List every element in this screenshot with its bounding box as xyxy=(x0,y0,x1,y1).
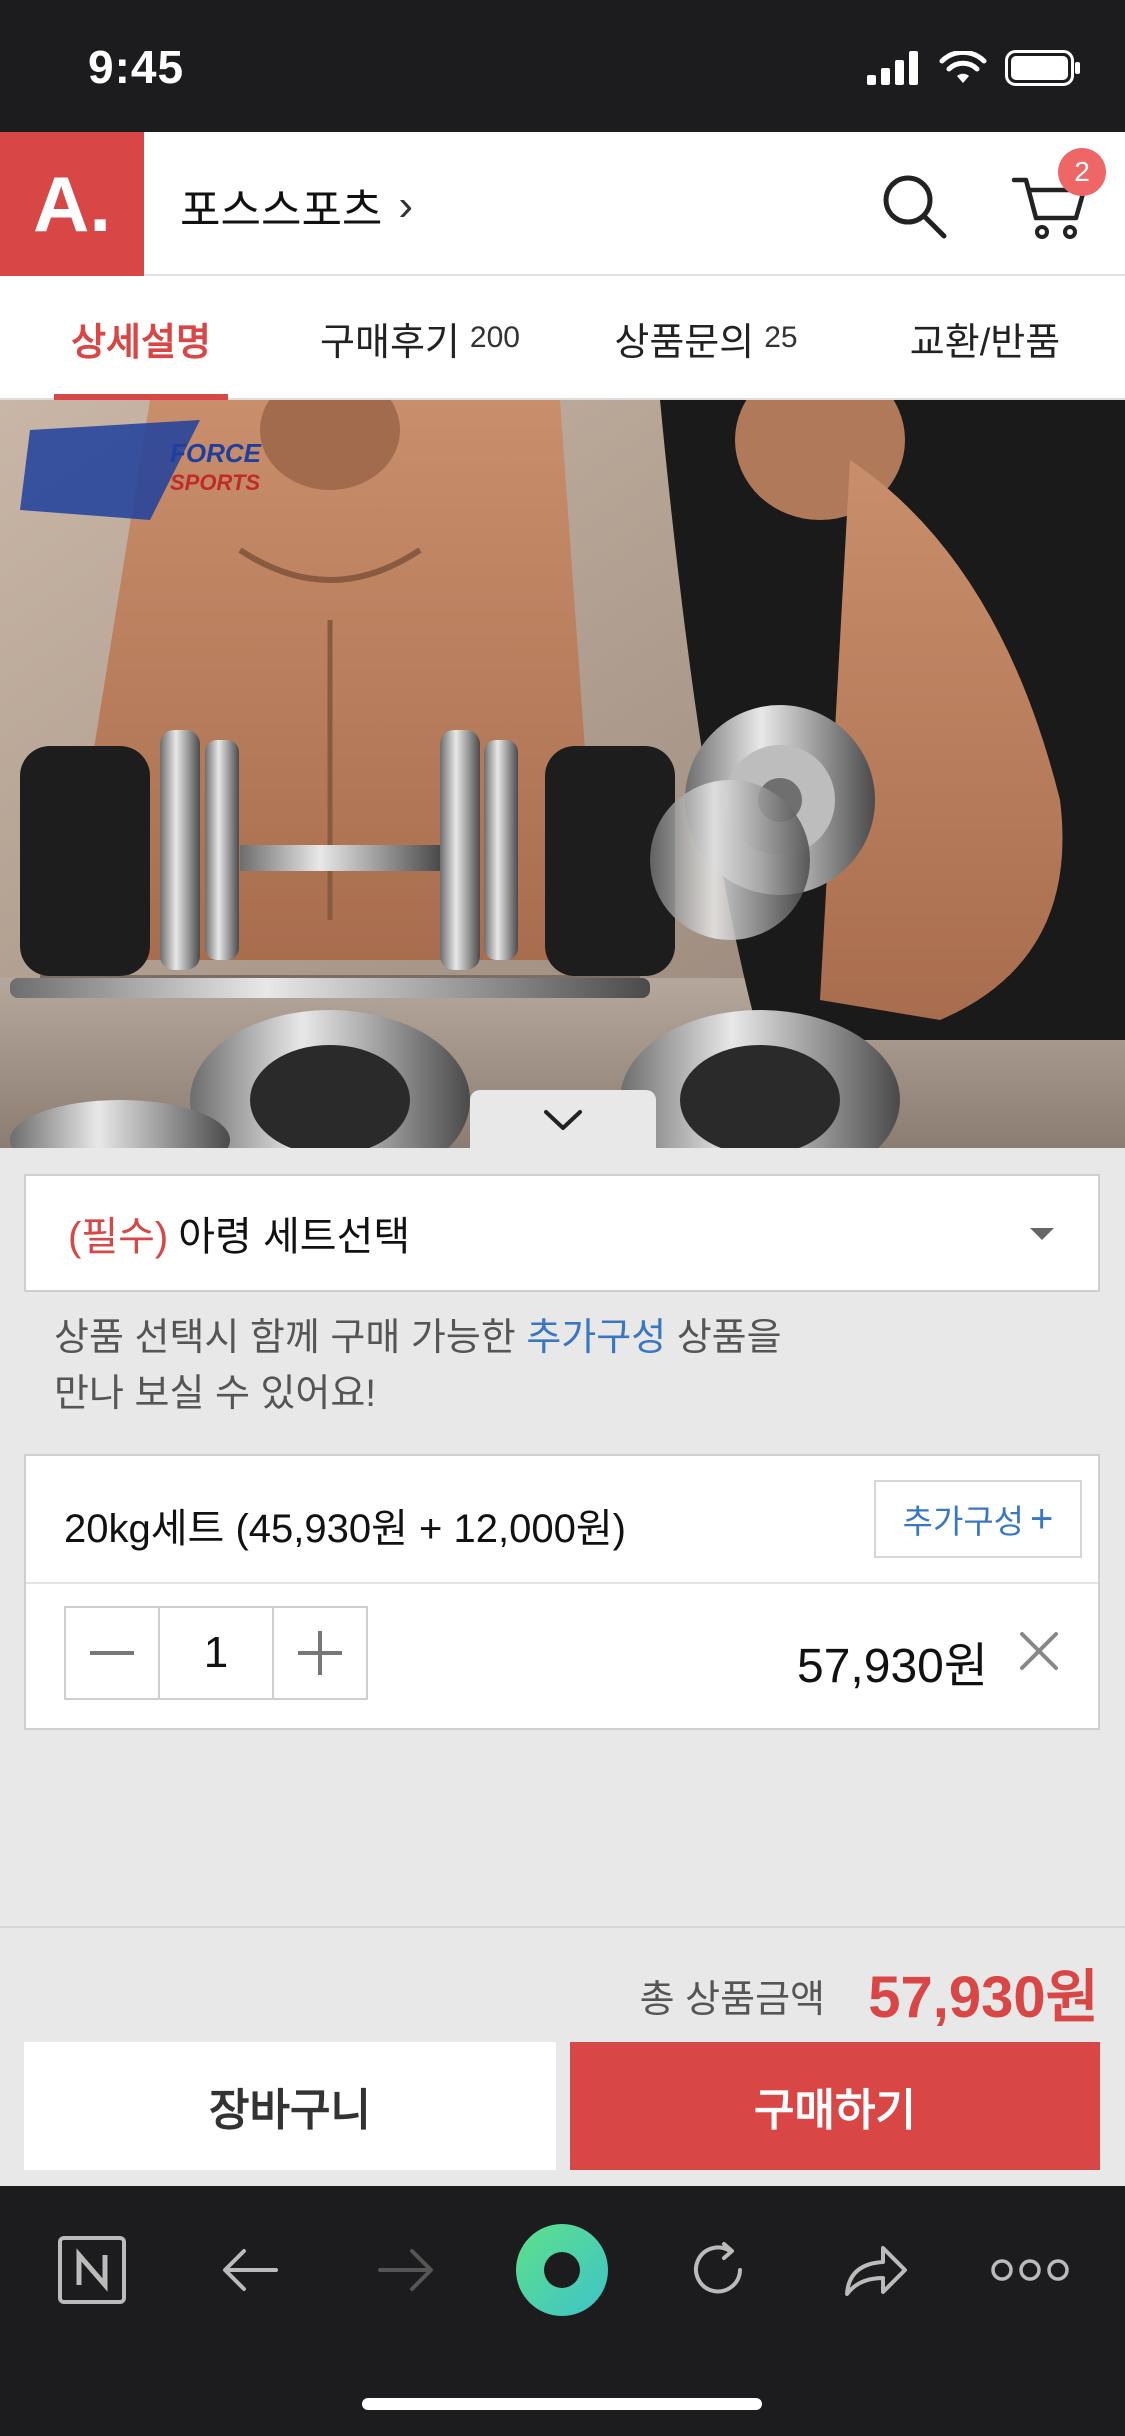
tab-returns[interactable]: 교환/반품 xyxy=(880,276,1090,400)
required-tag: (필수) xyxy=(68,1215,169,1259)
plus-icon xyxy=(298,1631,342,1675)
back-arrow-glyph xyxy=(223,2249,278,2291)
store-name: 포스스포츠 xyxy=(180,186,383,235)
store-link[interactable]: 포스스포츠 › xyxy=(180,174,413,238)
share-icon[interactable] xyxy=(824,2220,924,2320)
increase-button[interactable] xyxy=(274,1608,366,1698)
selected-item-card: 20kg세트 (45,930원 + 12,000원) 추가구성 + 1 57,9… xyxy=(24,1454,1100,1730)
tab-questions[interactable]: 상품문의 25 xyxy=(596,276,816,400)
more-glyph xyxy=(991,2259,1069,2281)
add-addon-button[interactable]: 추가구성 + xyxy=(874,1480,1082,1558)
tab-label: 구매후기 xyxy=(320,321,460,364)
quantity-value[interactable]: 1 xyxy=(158,1608,274,1698)
addon-hint: 상품 선택시 함께 구매 가능한 추가구성 상품을 만나 보실 수 있어요! xyxy=(54,1310,1054,1422)
minus-icon xyxy=(90,1651,134,1655)
plus-icon: + xyxy=(1030,1497,1054,1541)
more-icon[interactable] xyxy=(980,2220,1080,2320)
signal-icon xyxy=(867,51,918,85)
back-arrow-icon[interactable] xyxy=(200,2220,300,2320)
product-hero-image[interactable]: FORCE SPORTS xyxy=(0,400,1125,1148)
naver-n-icon[interactable] xyxy=(42,2220,142,2320)
green-dot-home-icon[interactable] xyxy=(512,2220,612,2320)
option-panel: (필수) 아령 세트선택 상품 선택시 함께 구매 가능한 추가구성 상품을 만… xyxy=(0,1148,1125,1928)
app-logo[interactable]: A. xyxy=(0,132,144,276)
item-name: 20kg세트 (45,930원 + 12,000원) xyxy=(64,1507,626,1551)
hint-text: 상품을 xyxy=(666,1317,782,1359)
forward-arrow-icon[interactable] xyxy=(356,2220,456,2320)
close-icon[interactable] xyxy=(1014,1626,1064,1676)
item-price: 57,930원 xyxy=(797,1640,988,1693)
purchase-bar: 총 상품금액 57,930원 장바구니 구매하기 xyxy=(0,1926,1125,2188)
search-icon[interactable] xyxy=(878,170,950,242)
tab-label: 상세설명 xyxy=(71,321,211,364)
share-glyph xyxy=(845,2246,907,2296)
hint-text: 상품 선택시 함께 구매 가능한 xyxy=(54,1317,527,1359)
brand-text-force: FORCE xyxy=(170,438,262,468)
status-bar: 9:45 xyxy=(0,0,1125,132)
item-header-row: 20kg세트 (45,930원 + 12,000원) 추가구성 + xyxy=(26,1456,1098,1584)
refresh-icon[interactable] xyxy=(668,2220,768,2320)
dumbbell-photo-illustration: FORCE SPORTS xyxy=(0,400,1125,1148)
addon-button-label: 추가구성 xyxy=(902,1503,1025,1540)
total-label: 총 상품금액 xyxy=(639,1979,825,2021)
hint-addon-link[interactable]: 추가구성 xyxy=(526,1317,666,1359)
quantity-stepper: 1 xyxy=(64,1606,368,1700)
decrease-button[interactable] xyxy=(66,1608,158,1698)
chevron-down-icon xyxy=(544,1110,582,1130)
add-to-cart-button[interactable]: 장바구니 xyxy=(24,2042,556,2170)
battery-icon xyxy=(1005,50,1080,86)
refresh-glyph xyxy=(694,2242,742,2294)
status-icons xyxy=(867,50,1081,86)
select-label: 아령 세트선택 xyxy=(178,1215,411,1259)
tab-label: 교환/반품 xyxy=(909,321,1061,364)
wifi-icon xyxy=(939,51,987,83)
green-dot-glyph xyxy=(516,2224,608,2316)
cart-count-badge: 2 xyxy=(1058,148,1106,196)
tab-label: 상품문의 xyxy=(614,321,755,364)
brand-text-sports: SPORTS xyxy=(170,470,260,495)
home-indicator[interactable] xyxy=(362,2398,762,2410)
naver-n-glyph xyxy=(58,2236,126,2304)
collapse-image-button[interactable] xyxy=(470,1090,656,1150)
tab-count: 200 xyxy=(469,321,520,354)
tab-count: 25 xyxy=(764,321,798,354)
chevron-right-icon: › xyxy=(398,181,414,230)
app-header: A. 포스스포츠 › xyxy=(0,132,1125,276)
tab-details[interactable]: 상세설명 xyxy=(54,276,228,400)
buy-now-button[interactable]: 구매하기 xyxy=(570,2042,1100,2170)
tab-reviews[interactable]: 구매후기 200 xyxy=(300,276,540,400)
status-time: 9:45 xyxy=(88,41,185,93)
total-price: 57,930원 xyxy=(868,1965,1099,2030)
hint-text-line2: 만나 보실 수 있어요! xyxy=(54,1373,376,1415)
product-tabs: 상세설명 구매후기 200 상품문의 25 교환/반품 xyxy=(0,276,1125,400)
dropdown-caret-icon xyxy=(1030,1228,1054,1240)
forward-arrow-glyph xyxy=(378,2249,433,2291)
set-select-dropdown[interactable]: (필수) 아령 세트선택 xyxy=(24,1174,1100,1292)
